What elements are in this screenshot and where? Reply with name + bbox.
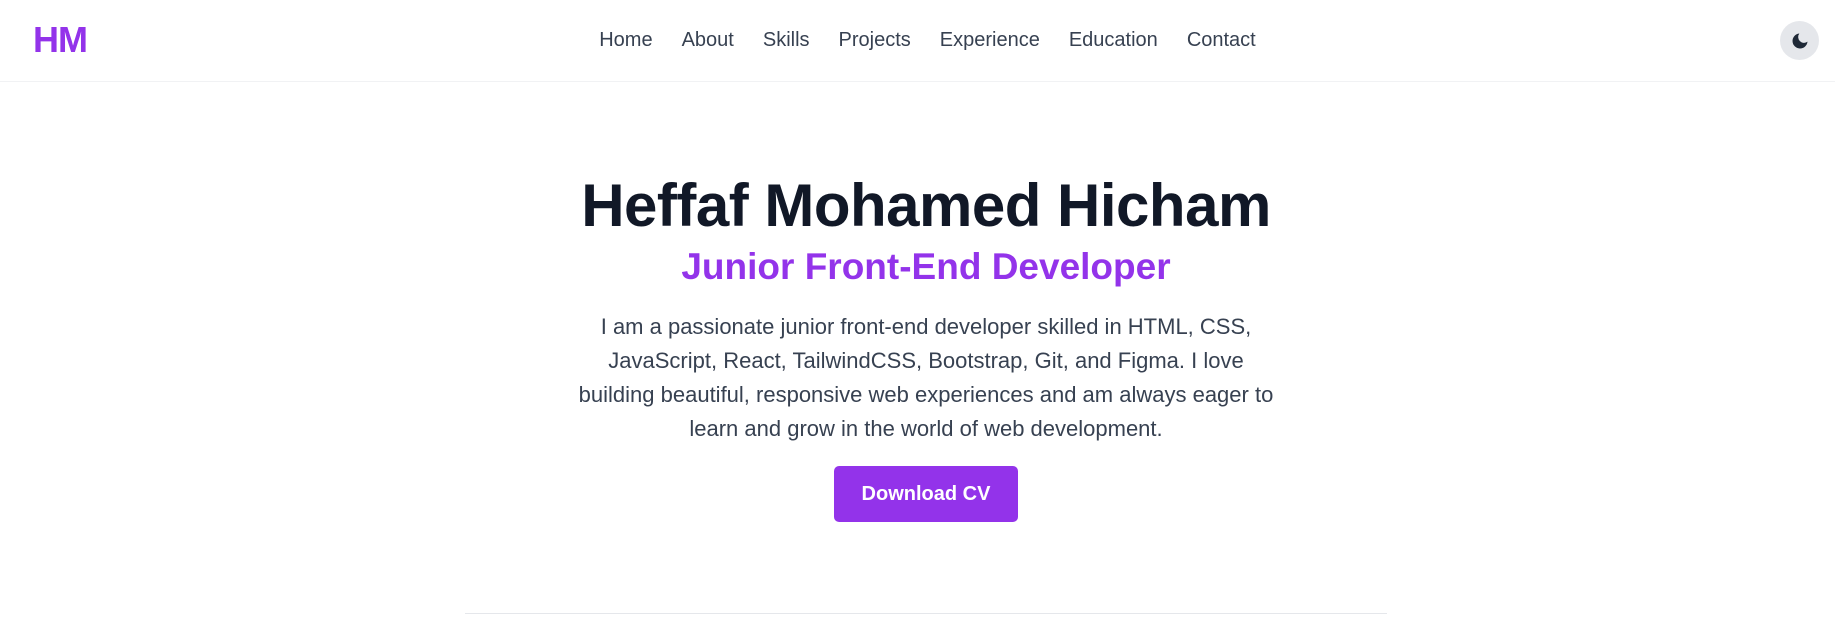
- nav-link-skills[interactable]: Skills: [763, 28, 810, 52]
- nav-link-projects[interactable]: Projects: [839, 28, 911, 52]
- download-cv-button[interactable]: Download CV: [834, 466, 1018, 522]
- moon-icon: [1790, 31, 1810, 51]
- main-nav: Home About Skills Projects Experience Ed…: [0, 28, 1835, 52]
- nav-link-education[interactable]: Education: [1069, 28, 1158, 52]
- nav-link-contact[interactable]: Contact: [1187, 28, 1256, 52]
- hero-bio: I am a passionate junior front-end devel…: [578, 314, 1274, 441]
- nav-link-about[interactable]: About: [682, 28, 734, 52]
- nav-link-home[interactable]: Home: [599, 28, 652, 52]
- hero-section: Heffaf Mohamed Hicham Junior Front-End D…: [0, 170, 1835, 522]
- hero-role: Junior Front-End Developer: [681, 246, 1171, 287]
- hero-name: Heffaf Mohamed Hicham: [581, 172, 1271, 239]
- section-divider: [465, 613, 1387, 614]
- nav-link-experience[interactable]: Experience: [940, 28, 1040, 52]
- theme-toggle-button[interactable]: [1780, 21, 1819, 60]
- navbar: HM Home About Skills Projects Experience…: [0, 0, 1835, 82]
